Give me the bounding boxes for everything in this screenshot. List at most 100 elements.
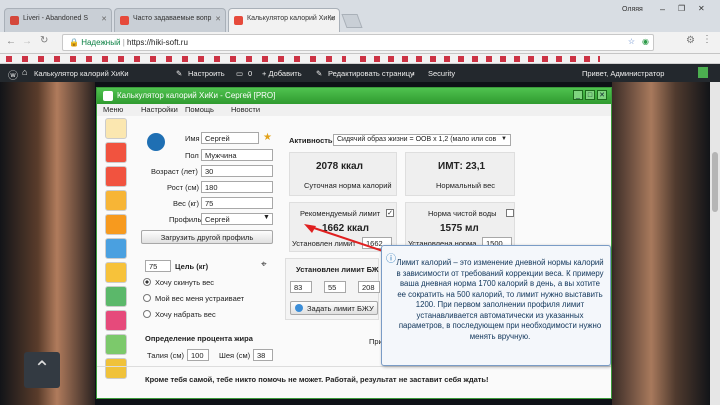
extension-icon[interactable]: ◉ [642,37,649,46]
wp-admin-bar: ⓦ ⌂ Калькулятор калорий ХиКи ✎ Настроить… [0,64,720,82]
wp-security-link[interactable]: Security [428,69,455,78]
neck-field[interactable]: 38 [253,349,273,361]
help-tooltip: ⓘ Лимит калорий – это изменение дневной … [381,245,611,366]
sex-select[interactable]: Мужчина [201,149,273,161]
activity-label: Активность [289,136,333,145]
star-icon[interactable]: ★ [263,132,272,143]
waist-field[interactable]: 100 [187,349,209,361]
window-user: Оляяя [622,6,643,13]
menu-news[interactable]: Новости [231,105,260,114]
height-field[interactable]: 180 [201,181,273,193]
browser-tab[interactable]: Liveri - Abandoned S ✕ [4,8,112,32]
age-field[interactable]: 30 [201,165,273,177]
carbs-field[interactable]: 208 [358,281,380,293]
load-profile-button[interactable]: Загрузить другой профиль [141,230,273,244]
tab-favicon-icon [120,16,129,25]
app-maximize-button[interactable]: □ [585,90,595,100]
training-section-icon[interactable] [105,238,127,259]
fire-section-icon[interactable] [105,214,127,235]
bju-icon [295,304,303,312]
maximize-button[interactable]: ❐ [678,4,685,13]
menu-settings[interactable]: Настройки [141,105,178,114]
info-section-icon[interactable] [105,358,127,379]
menu-main[interactable]: Меню [103,105,123,114]
secure-label: Надежный [81,38,121,47]
close-tab-icon[interactable]: ✕ [329,15,335,23]
edit-icon: ✎ [316,69,323,78]
tab-favicon-icon [234,16,243,25]
close-tab-icon[interactable]: ✕ [215,15,221,23]
scrollbar-thumb[interactable] [712,152,718,212]
bookmark-star-icon[interactable]: ☆ [628,37,635,46]
annotation-arrow [304,224,387,253]
bookmark-icons[interactable] [360,56,600,62]
app-title-bar: Калькулятор калорий ХиКи - Сергей [PRO] … [97,88,611,104]
target-icon: ⌖ [261,259,267,270]
goal-gain-radio[interactable] [143,310,151,318]
photo-section-icon[interactable] [105,286,127,307]
new-tab-button[interactable] [341,14,363,28]
app-close-button[interactable]: ✕ [597,90,607,100]
notes-section-icon[interactable] [105,262,127,283]
set-bju-button[interactable]: Задать лимит БЖУ [290,301,378,315]
extensions-icon[interactable]: ⚙ [686,35,695,46]
browser-tab-bar: Liveri - Abandoned S ✕ Часто задаваемые … [0,0,720,32]
user-avatar-icon [147,133,165,151]
chevron-down-icon[interactable]: ▼ [263,214,270,221]
forward-icon[interactable]: → [22,36,32,47]
menu-icon[interactable]: ⋮ [702,34,712,45]
minimize-button[interactable]: – [660,4,665,14]
fat-field[interactable]: 55 [324,281,346,293]
close-window-button[interactable]: ✕ [698,4,705,13]
wordpress-logo-icon[interactable]: ⓦ [8,67,18,82]
bookmarks-bar [0,54,720,64]
goal-keep-radio[interactable] [143,294,151,302]
avatar[interactable] [698,67,708,78]
goal-lose-radio[interactable] [143,278,151,286]
close-tab-icon[interactable]: ✕ [101,15,107,23]
wp-comments-count[interactable]: 0 [248,69,252,78]
url-text: https://hiki-soft.ru [127,38,188,47]
name-field[interactable]: Сергей [201,132,259,144]
reload-icon[interactable]: ↻ [40,35,48,46]
wp-greeting[interactable]: Привет, Администратор [582,69,664,78]
info-icon: ⓘ [386,254,396,265]
app-title: Калькулятор калорий ХиКи - Сергей [PRO] [117,91,276,100]
profile-section-icon[interactable] [105,118,127,139]
browser-tab[interactable]: Часто задаваемые вопр ✕ [114,8,226,32]
goal-weight-field[interactable]: 75 [145,260,171,272]
fat-section-title: Определение процента жира [145,334,253,343]
stats-section-icon[interactable] [105,166,127,187]
chart-section-icon[interactable] [105,190,127,211]
tab-favicon-icon [10,16,19,25]
heart-section-icon[interactable] [105,310,127,331]
motivation-footer: Кроме тебя самой, тебе никто помочь не м… [145,375,489,384]
page-scrollbar[interactable] [710,82,720,405]
app-sidebar [105,118,129,393]
app-minimize-button[interactable]: _ [573,90,583,100]
daily-kcal-card: 2078 ккал Суточная норма калорий [289,152,397,196]
activity-select[interactable]: Сидячий образ жизни = ООВ x 1,2 (мало ил… [333,134,511,146]
back-icon[interactable]: ← [6,36,16,47]
customize-icon: ✎ [176,69,183,78]
bmi-card: ИМТ: 23,1 Нормальный вес [405,152,515,196]
url-field[interactable]: 🔒 Надежный | https://hiki-soft.ru ☆ ◉ [62,34,654,51]
wp-add-link[interactable]: + Добавить [262,69,302,78]
menu-help[interactable]: Помощь [185,105,214,114]
protein-field[interactable]: 83 [290,281,312,293]
wp-edit-page-link[interactable]: Редактировать страницу [328,69,414,78]
water-checkbox[interactable] [506,209,514,217]
wp-site-link[interactable]: Калькулятор калорий ХиКи [34,69,129,78]
browser-tab-active[interactable]: Калькулятор калорий ХиКи ✕ [228,8,340,32]
rec-limit-checkbox[interactable]: ✓ [386,209,394,217]
bju-panel: Установлен лимит БЖ 83 55 208 Задать лим… [285,258,380,320]
scroll-to-top-button[interactable]: ⌃ [24,352,60,388]
food-section-icon[interactable] [105,142,127,163]
bookmark-icons[interactable] [6,56,346,62]
chat-section-icon[interactable] [105,334,127,355]
wp-customize-link[interactable]: Настроить [188,69,225,78]
weight-field[interactable]: 75 [201,197,273,209]
chevron-down-icon[interactable]: ▼ [501,136,507,142]
app-menu-bar: Меню Настройки Помощь Новости [97,104,611,116]
man-photo [612,82,710,405]
